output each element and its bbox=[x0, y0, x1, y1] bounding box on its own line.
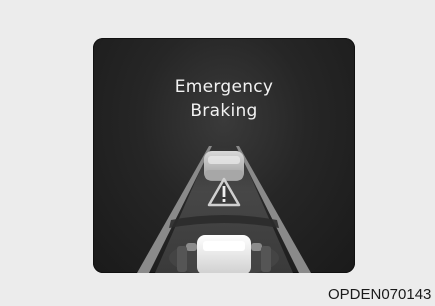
cluster-display: Emergency Braking bbox=[93, 38, 355, 273]
alert-title-line2: Braking bbox=[190, 101, 258, 121]
front-vehicle-icon bbox=[204, 151, 244, 181]
road-scene bbox=[137, 146, 311, 273]
figure-code: OPDEN070143 bbox=[328, 286, 432, 303]
alert-title-line1: Emergency bbox=[174, 77, 274, 97]
